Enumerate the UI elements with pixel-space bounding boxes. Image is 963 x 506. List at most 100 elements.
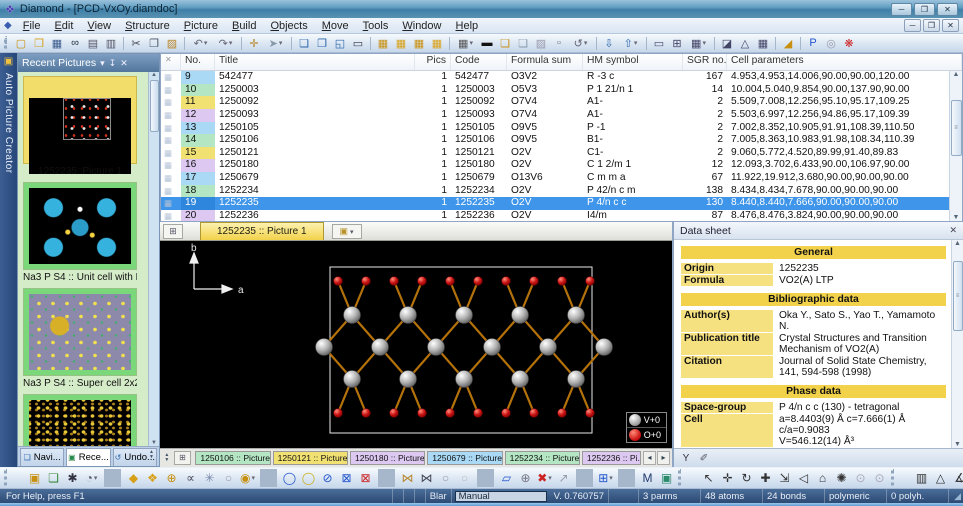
menu-item[interactable]: Tools (356, 19, 396, 33)
ruler-icon[interactable]: ▥ (913, 469, 930, 487)
picture-black-icon[interactable]: ▬ (479, 35, 495, 51)
close-button[interactable]: ✕ (937, 3, 958, 16)
spin-icon[interactable]: ✺ (833, 469, 850, 487)
table-row[interactable]: ▦ 16 1250180 1 1250180 O2V C 1 2/m 1 12 … (161, 159, 949, 172)
measure-angle-icon[interactable]: ∡ (951, 469, 963, 487)
window-data-icon[interactable]: ❐ (314, 35, 330, 51)
edit-icon[interactable]: ✐ (696, 450, 712, 466)
picture-tab[interactable]: 1250679 :: Picture 1 (427, 451, 502, 465)
polyhedra-icon[interactable]: ▱ (498, 469, 515, 487)
powder-pattern-icon[interactable]: P (805, 35, 821, 51)
restore-button[interactable]: ❐ (914, 3, 935, 16)
panel-tab[interactable]: ❏ Navi... (20, 448, 64, 466)
column-header-cell-parameters[interactable]: Cell parameters (727, 54, 962, 70)
table-row[interactable]: ▦ 19 1252235 1 1252235 O2V P 4/n c c 130… (161, 197, 949, 210)
scrollbar-thumb[interactable] (150, 80, 159, 132)
table-row[interactable]: ▦ 20 1252236 1 1252236 O2V I4/m 87 8.476… (161, 210, 949, 221)
menu-item[interactable]: Picture (177, 19, 225, 33)
print-preview-icon[interactable]: ▤ (85, 35, 101, 51)
table-row[interactable]: ▦ 13 1250105 1 1250105 O9V5 P -1 2 7.002… (161, 122, 949, 135)
history-icon[interactable]: ↺ (569, 35, 592, 51)
panel-scrollbar[interactable]: ▲ ▼ (148, 72, 159, 446)
centroid-icon[interactable]: ⊕ (517, 469, 534, 487)
table-import-icon[interactable]: ▦ (411, 35, 427, 51)
menu-item[interactable]: View (80, 19, 118, 33)
scroll-down-icon[interactable]: ▼ (954, 441, 961, 448)
datasheet-scrollbar[interactable]: ▲ ≡ ▼ (951, 240, 963, 448)
panel-close-icon[interactable]: ✕ (949, 225, 957, 236)
tools-icon[interactable]: ✱ (64, 469, 81, 487)
render-icon[interactable]: ❋ (841, 35, 857, 51)
fragment-icon[interactable]: ○ (220, 469, 237, 487)
picture-update-icon[interactable]: ▫ (551, 35, 567, 51)
coordination-gold-icon[interactable]: ◯ (300, 469, 317, 487)
select-pointer-icon[interactable]: ↖ (700, 469, 717, 487)
minimize-button[interactable]: ─ (891, 3, 912, 16)
contact-icon[interactable]: ○ (456, 469, 473, 487)
table-open-icon[interactable]: ▦ (393, 35, 409, 51)
status-mode-field[interactable]: Manual (455, 491, 547, 502)
column-header-hm-symbol[interactable]: HM symbol (583, 54, 683, 70)
table-new-icon[interactable]: ▦ (375, 35, 391, 51)
export-icon[interactable]: ⇧ (619, 35, 642, 51)
table-row[interactable]: ▦ 12 1250093 1 1250093 O7V4 A1- 2 5.503,… (161, 109, 949, 122)
chart-table-icon[interactable]: ▦ (755, 35, 771, 51)
cluster-icon[interactable]: ✳ (201, 469, 218, 487)
scroll-up-icon[interactable]: ▲ (954, 240, 961, 247)
data-table-icon[interactable]: ▦ (687, 35, 710, 51)
open-document-icon[interactable]: ❒ (31, 35, 47, 51)
track-prev-icon[interactable]: ⊙ (852, 469, 869, 487)
picture-tab[interactable]: 1250180 :: Picture 1 (350, 451, 425, 465)
measure-plane-icon[interactable]: △ (932, 469, 949, 487)
zoom-tool-icon[interactable]: ⇲ (776, 469, 793, 487)
menu-item[interactable]: File (16, 19, 48, 33)
peak-search-icon[interactable]: ◎ (823, 35, 839, 51)
picture-new-icon[interactable]: ❏ (497, 35, 513, 51)
spin-down-icon[interactable]: ▼ (146, 455, 157, 460)
tab-spinner[interactable]: ▲ ▼ (146, 450, 157, 464)
picture-assistant-icon[interactable]: ❏ (45, 469, 62, 487)
table-row[interactable]: ▦ 10 1250003 1 1250003 O5V3 P 1 21/n 1 1… (161, 84, 949, 97)
scrollbar-thumb[interactable]: ≡ (953, 261, 963, 331)
tab-scroll-right-icon[interactable]: ▸ (657, 451, 670, 465)
column-header-no[interactable]: No. (181, 54, 215, 70)
destroy-blue-icon[interactable]: ⊠ (338, 469, 355, 487)
table-export-icon[interactable]: ▦ (429, 35, 445, 51)
translate-tool-icon[interactable]: ✚ (757, 469, 774, 487)
column-header-pics[interactable]: Pics (415, 54, 451, 70)
menu-item[interactable]: Move (315, 19, 356, 33)
hbond-icon[interactable]: ○ (437, 469, 454, 487)
pov-export-icon[interactable]: M (639, 469, 656, 487)
track-next-icon[interactable]: ⊙ (871, 469, 888, 487)
column-header-sgr[interactable]: SGR no. (683, 54, 727, 70)
menu-item[interactable]: Objects (263, 19, 314, 33)
picture-creator-icon[interactable]: ◢ (780, 35, 796, 51)
find-icon[interactable]: ∞ (67, 35, 83, 51)
thumbnail[interactable]: Na3 P S4 :: Unit cell with PO... (23, 182, 137, 283)
close-table-icon[interactable]: ✕ (161, 54, 181, 70)
scene-icon[interactable]: ▣ (658, 469, 675, 487)
preview-icon[interactable]: ◔ (83, 469, 100, 487)
menu-item[interactable]: Structure (118, 19, 177, 33)
fill-sphere-icon[interactable]: ◉ (239, 469, 256, 487)
resize-grip-icon[interactable]: ◢ (949, 491, 963, 502)
picture-tab[interactable]: 1250106 :: Picture 1 (195, 451, 270, 465)
save-icon[interactable]: ▦ (49, 35, 65, 51)
thumbnail[interactable]: 1252235::Picture 1 (23, 76, 137, 177)
filter-icon[interactable]: Y (678, 450, 694, 466)
window-picture-icon[interactable]: ❏ (296, 35, 312, 51)
tab-grid-icon[interactable]: ⊞ (174, 451, 192, 465)
table-row[interactable]: ▦ 15 1250121 1 1250121 O2V C1- 2 9.060,5… (161, 147, 949, 160)
table-row[interactable]: ▦ 9 542477 1 542477 O3V2 R -3 c 167 4.95… (161, 71, 949, 84)
rotate-y-icon[interactable]: ◁ (795, 469, 812, 487)
coordination-blue-icon[interactable]: ◯ (281, 469, 298, 487)
scroll-up-icon[interactable]: ▲ (953, 71, 960, 78)
destroy-red-icon[interactable]: ⊠ (357, 469, 374, 487)
window-restore-icon[interactable]: ◱ (332, 35, 348, 51)
panel-tab[interactable]: ▣ Rece... (66, 448, 110, 466)
picture-paste-icon[interactable]: ▨ (533, 35, 549, 51)
create-bond-icon[interactable]: ⋈ (399, 469, 416, 487)
scroll-down-icon[interactable]: ▼ (953, 214, 960, 221)
redo-icon[interactable]: ↷ (214, 35, 237, 51)
picture-tab[interactable]: 1252234 :: Picture 1 (505, 451, 580, 465)
